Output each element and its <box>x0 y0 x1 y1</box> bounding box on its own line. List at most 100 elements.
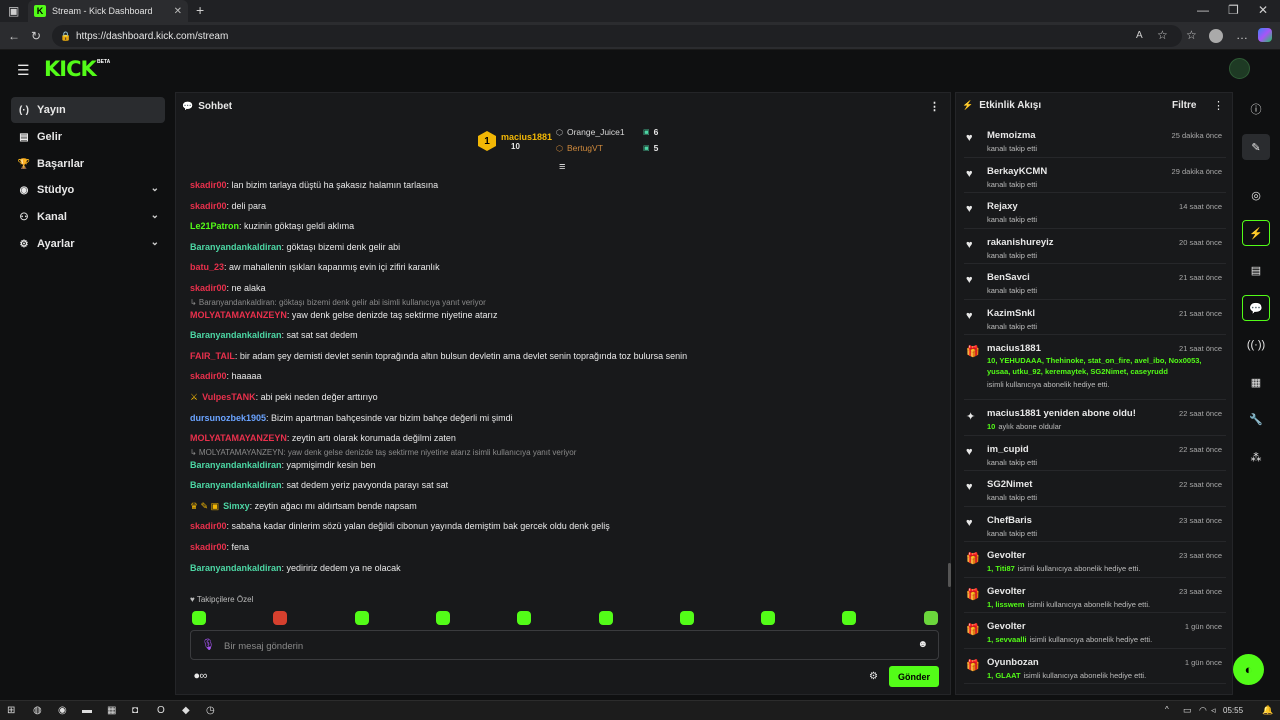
chat-username[interactable]: Le21Patron <box>190 221 239 231</box>
event-user[interactable]: im_cupid <box>987 444 1029 455</box>
integrations-icon[interactable]: ⁂ <box>1242 444 1270 470</box>
favorite-star-icon[interactable]: ☆ <box>1157 29 1168 41</box>
restore-icon[interactable]: ❐ <box>1228 4 1239 16</box>
chat-username[interactable]: skadir00 <box>190 180 227 190</box>
chat-username[interactable]: dursunozbek1905 <box>190 413 266 423</box>
emote-icon[interactable] <box>435 611 450 625</box>
taskbar-app-icon[interactable]: ◍ <box>33 705 42 716</box>
menu-hamburger-icon[interactable]: ☰ <box>17 62 30 79</box>
emote-icon[interactable] <box>192 611 206 625</box>
chat-username[interactable]: Baranyandankaldiran <box>190 460 282 470</box>
network-icon[interactable]: ▭ <box>1183 705 1192 716</box>
emote-icon[interactable] <box>761 611 776 625</box>
back-icon[interactable]: ← <box>8 30 20 42</box>
sidebar-item-5[interactable]: ⚙ Ayarlar ⌄ <box>11 231 165 257</box>
event-user[interactable]: Gevolter <box>987 586 1026 597</box>
minimize-icon[interactable]: — <box>1197 4 1209 16</box>
leaderboard-entry[interactable]: ⬡ BertugVT ▣ 5 <box>556 143 658 153</box>
profile-avatar[interactable] <box>1209 29 1223 43</box>
chat-username[interactable]: skadir00 <box>190 201 227 211</box>
new-tab-button[interactable]: + <box>196 3 204 17</box>
sidebar-item-3[interactable]: ◉ Stüdyo ⌄ <box>11 177 165 203</box>
emote-icon[interactable] <box>517 611 532 625</box>
volume-icon[interactable]: ◃ <box>1211 705 1216 716</box>
windows-start-icon[interactable]: ⊞ <box>7 705 15 716</box>
chat-username[interactable]: Baranyandankaldiran <box>190 563 282 573</box>
broadcast-icon[interactable]: ((·)) <box>1242 332 1270 358</box>
notification-bell-icon[interactable]: 🔔 <box>1262 705 1273 716</box>
chat-username[interactable]: Baranyandankaldiran <box>190 330 282 340</box>
event-user[interactable]: BerkayKCMN <box>987 166 1047 177</box>
clock-app-icon[interactable]: ◷ <box>206 705 215 716</box>
filter-button[interactable]: Filtre <box>1172 100 1196 111</box>
emote-icon[interactable] <box>273 611 288 625</box>
chat-username[interactable]: Baranyandankaldiran <box>190 480 282 490</box>
activity-options-icon[interactable]: ⋮ <box>1213 99 1224 112</box>
sidebar-item-2[interactable]: 🏆 Başarılar <box>11 151 165 177</box>
wifi-icon[interactable]: ◠ <box>1199 705 1207 716</box>
chat-username[interactable]: MOLYATAMAYANZEYN <box>190 433 287 443</box>
chat-username[interactable]: Simxy <box>223 501 250 511</box>
user-avatar[interactable] <box>1229 58 1250 79</box>
opera-icon[interactable]: O <box>157 705 165 716</box>
tools-icon[interactable]: 🔧 <box>1242 406 1270 432</box>
leaderboard-entry[interactable]: ⬡ Orange_Juice1 ▣ 6 <box>556 127 658 137</box>
chat-scrollbar[interactable] <box>948 563 951 587</box>
chat-options-icon[interactable]: ⋮ <box>929 100 940 113</box>
close-tab-icon[interactable]: ✕ <box>174 6 182 17</box>
browser-tab[interactable]: K Stream - Kick Dashboard ✕ <box>28 0 188 22</box>
more-icon[interactable]: … <box>1236 29 1248 41</box>
event-user[interactable]: BenSavci <box>987 272 1030 283</box>
emoji-picker-icon[interactable]: ☻ <box>917 639 928 650</box>
explorer-icon[interactable]: ▬ <box>82 705 92 716</box>
read-aloud-icon[interactable]: A <box>1136 30 1143 42</box>
chat-username[interactable]: skadir00 <box>190 283 227 293</box>
edge-icon[interactable]: ◉ <box>58 705 67 716</box>
event-user[interactable]: rakanishureyiz <box>987 237 1054 248</box>
sidebar-item-1[interactable]: ▤ Gelir <box>11 124 165 150</box>
clock-time[interactable]: 05:55 <box>1223 706 1243 715</box>
calculator-icon[interactable]: ▦ <box>107 705 116 716</box>
sidebar-item-4[interactable]: ⚇ Kanal ⌄ <box>11 204 165 230</box>
emote-icon[interactable] <box>354 611 369 625</box>
activity-toggle-icon[interactable]: ⚡ <box>1242 220 1270 246</box>
event-user[interactable]: KazimSnkl <box>987 308 1035 319</box>
camera-icon[interactable]: ◎ <box>1242 182 1270 208</box>
event-user[interactable]: Memoizma <box>987 130 1036 141</box>
emote-icon[interactable] <box>842 611 857 625</box>
url-input[interactable]: 🔒 https://dashboard.kick.com/stream <box>52 25 1182 47</box>
chat-username[interactable]: skadir00 <box>190 521 227 531</box>
outlook-icon[interactable]: ◘ <box>132 705 138 716</box>
chat-username[interactable]: FAIR_TAIL <box>190 351 235 361</box>
close-window-icon[interactable]: ✕ <box>1258 4 1268 16</box>
tab-actions-icon[interactable]: ▣ <box>8 5 19 17</box>
emote-icon[interactable] <box>679 611 694 625</box>
notes-icon[interactable]: ▤ <box>1242 257 1270 283</box>
microphone-icon[interactable]: 🎙 <box>201 638 215 651</box>
kick-logo[interactable]: KICK <box>44 57 97 81</box>
event-user[interactable]: ChefBaris <box>987 515 1032 526</box>
info-icon[interactable]: ⓘ <box>1242 96 1270 122</box>
emote-icon[interactable] <box>598 611 613 625</box>
event-user[interactable]: Oyunbozan <box>987 657 1039 668</box>
emote-icon[interactable] <box>923 611 938 625</box>
infinity-icon[interactable]: ⦁∞ <box>194 670 207 683</box>
chat-username[interactable]: batu_23 <box>190 262 224 272</box>
edit-icon[interactable]: ✎ <box>1242 134 1270 160</box>
event-user[interactable]: macius1881 yeniden abone oldu! <box>987 408 1136 419</box>
event-user[interactable]: Gevolter <box>987 550 1026 561</box>
chat-username[interactable]: Baranyandankaldiran <box>190 242 282 252</box>
chat-settings-icon[interactable]: ⚙ <box>869 671 878 682</box>
event-user[interactable]: macius1881 <box>987 343 1041 354</box>
chat-username[interactable]: MOLYATAMAYANZEYN <box>190 310 287 320</box>
layout-icon[interactable]: ▦ <box>1242 369 1270 395</box>
refresh-icon[interactable]: ↻ <box>31 30 41 42</box>
chat-toggle-icon[interactable]: 💬 <box>1242 295 1270 321</box>
support-chat-button[interactable]: ◐ <box>1233 654 1264 685</box>
leaderboard-entry[interactable]: 1 macius1881 10 <box>478 131 552 151</box>
event-user[interactable]: SG2Nimet <box>987 479 1032 490</box>
obs-icon[interactable]: ◆ <box>182 705 190 716</box>
tray-chevron-icon[interactable]: ^ <box>1165 705 1169 714</box>
send-button[interactable]: Gönder <box>889 666 939 687</box>
collections-icon[interactable]: ☆ <box>1186 29 1197 41</box>
